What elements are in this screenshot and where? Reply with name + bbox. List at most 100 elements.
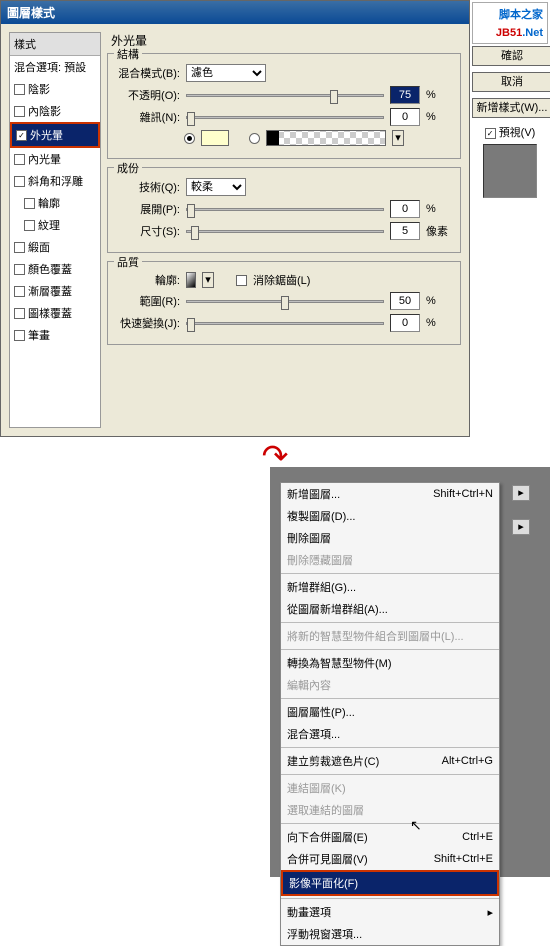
style-item-緞面[interactable]: 緞面 [10, 236, 100, 258]
style-checkbox[interactable] [14, 264, 25, 275]
style-label: 緞面 [28, 239, 50, 255]
style-checkbox[interactable] [14, 286, 25, 297]
style-item-內陰影[interactable]: 內陰影 [10, 100, 100, 122]
opacity-slider[interactable] [186, 94, 384, 97]
style-checkbox[interactable] [14, 84, 25, 95]
new-style-button[interactable]: 新增樣式(W)... [472, 98, 550, 118]
menu-label: 連結圖層(K) [287, 780, 346, 796]
style-checkbox[interactable] [14, 242, 25, 253]
blend-mode-label: 混合模式(B): [114, 65, 180, 81]
style-label: 紋理 [38, 217, 60, 233]
menu-item[interactable]: 影像平面化(F) [281, 870, 499, 896]
menu-label: 浮動視窗選項... [287, 926, 362, 942]
menu-label: 影像平面化(F) [289, 875, 358, 891]
gradient-swatch[interactable] [266, 130, 386, 146]
preview-checkbox[interactable] [485, 128, 496, 139]
menu-item[interactable]: 浮動視窗選項... [281, 923, 499, 945]
noise-input[interactable] [390, 108, 420, 126]
style-label: 內陰影 [28, 103, 61, 119]
menu-label: 合併可見圖層(V) [287, 851, 368, 867]
menu-item[interactable]: 向下合併圖層(E)Ctrl+E [281, 826, 499, 848]
style-label: 內光暈 [28, 151, 61, 167]
menu-item[interactable]: 從圖層新增群組(A)... [281, 598, 499, 620]
style-checkbox[interactable] [24, 220, 35, 231]
blend-mode-select[interactable]: 濾色 [186, 64, 266, 82]
panel-flyout-icon[interactable]: ▸ [512, 485, 530, 501]
style-item-圖樣覆蓋[interactable]: 圖樣覆蓋 [10, 302, 100, 324]
technique-select[interactable]: 較柔 [186, 178, 246, 196]
size-input[interactable] [390, 222, 420, 240]
color-radio[interactable] [184, 133, 195, 144]
menu-item[interactable]: 刪除圖層 [281, 527, 499, 549]
opacity-input[interactable] [390, 86, 420, 104]
style-item-陰影[interactable]: 陰影 [10, 78, 100, 100]
menu-item: 將新的智慧型物件組合到圖層中(L)... [281, 625, 499, 647]
noise-slider[interactable] [186, 116, 384, 119]
menu-label: 從圖層新增群組(A)... [287, 601, 388, 617]
style-checkbox[interactable] [14, 308, 25, 319]
menu-item[interactable]: 圖層屬性(P)... [281, 701, 499, 723]
style-item-顏色覆蓋[interactable]: 顏色覆蓋 [10, 258, 100, 280]
menu-label: 刪除圖層 [287, 530, 331, 546]
menu-item[interactable]: 新增圖層...Shift+Ctrl+N [281, 483, 499, 505]
color-swatch[interactable] [201, 130, 229, 146]
style-label: 斜角和浮雕 [28, 173, 83, 189]
menu-shortcut: Shift+Ctrl+N [433, 488, 493, 500]
menu-label: 新增群組(G)... [287, 579, 356, 595]
style-checkbox[interactable] [14, 176, 25, 187]
style-item-輪廓[interactable]: 輪廓 [10, 192, 100, 214]
menu-label: 混合選項... [287, 726, 340, 742]
cancel-button[interactable]: 取消 [472, 72, 550, 92]
style-checkbox[interactable] [14, 154, 25, 165]
contour-label: 輪廓: [114, 272, 180, 288]
style-item-漸層覆蓋[interactable]: 漸層覆蓋 [10, 280, 100, 302]
menu-item[interactable]: 建立剪裁遮色片(C)Alt+Ctrl+G [281, 750, 499, 772]
style-item-斜角和浮雕[interactable]: 斜角和浮雕 [10, 170, 100, 192]
panel-flyout-icon-2[interactable]: ▸ [512, 519, 530, 535]
spread-input[interactable] [390, 200, 420, 218]
style-item-內光暈[interactable]: 內光暈 [10, 148, 100, 170]
gradient-dropdown-icon[interactable]: ▾ [392, 130, 404, 146]
styles-header[interactable]: 樣式 [10, 33, 100, 56]
contour-dropdown-icon[interactable]: ▾ [202, 272, 214, 288]
layer-style-dialog: 圖層樣式 樣式 混合選項: 預設 陰影內陰影外光暈內光暈斜角和浮雕輪廓紋理緞面顏… [0, 0, 470, 437]
style-label: 筆畫 [28, 327, 50, 343]
menu-item: 編輯內容 [281, 674, 499, 696]
style-checkbox[interactable] [14, 106, 25, 117]
watermark: 脚本之家JB51.Net [472, 2, 548, 44]
style-checkbox[interactable] [14, 330, 25, 341]
style-label: 輪廓 [38, 195, 60, 211]
range-slider[interactable] [186, 300, 384, 303]
blend-options-row[interactable]: 混合選項: 預設 [10, 56, 100, 78]
menu-item: 連結圖層(K) [281, 777, 499, 799]
style-item-筆畫[interactable]: 筆畫 [10, 324, 100, 346]
structure-legend: 結構 [114, 46, 142, 62]
menu-item[interactable]: 合併可見圖層(V)Shift+Ctrl+E [281, 848, 499, 870]
style-checkbox[interactable] [24, 198, 35, 209]
spread-slider[interactable] [186, 208, 384, 211]
size-slider[interactable] [186, 230, 384, 233]
menu-item[interactable]: 複製圖層(D)... [281, 505, 499, 527]
jitter-slider[interactable] [186, 322, 384, 325]
menu-item[interactable]: 轉換為智慧型物件(M) [281, 652, 499, 674]
menu-item: 選取連結的圖層 [281, 799, 499, 821]
range-input[interactable] [390, 292, 420, 310]
preview-label: 預視(V) [499, 127, 536, 139]
preview-swatch [483, 144, 537, 198]
ok-button[interactable]: 確認 [472, 46, 550, 66]
menu-label: 動畫選項 [287, 904, 331, 920]
menu-item[interactable]: 新增群組(G)... [281, 576, 499, 598]
style-item-紋理[interactable]: 紋理 [10, 214, 100, 236]
antialias-checkbox[interactable] [236, 275, 247, 286]
noise-label: 雜訊(N): [114, 109, 180, 125]
menu-label: 向下合併圖層(E) [287, 829, 368, 845]
jitter-input[interactable] [390, 314, 420, 332]
contour-picker[interactable] [186, 272, 196, 288]
style-item-外光暈[interactable]: 外光暈 [10, 122, 100, 148]
menu-item: 刪除隱藏圖層 [281, 549, 499, 571]
style-checkbox[interactable] [16, 130, 27, 141]
gradient-radio[interactable] [249, 133, 260, 144]
menu-item[interactable]: 混合選項... [281, 723, 499, 745]
menu-item[interactable]: 動畫選項▸ [281, 901, 499, 923]
menu-label: 轉換為智慧型物件(M) [287, 655, 392, 671]
